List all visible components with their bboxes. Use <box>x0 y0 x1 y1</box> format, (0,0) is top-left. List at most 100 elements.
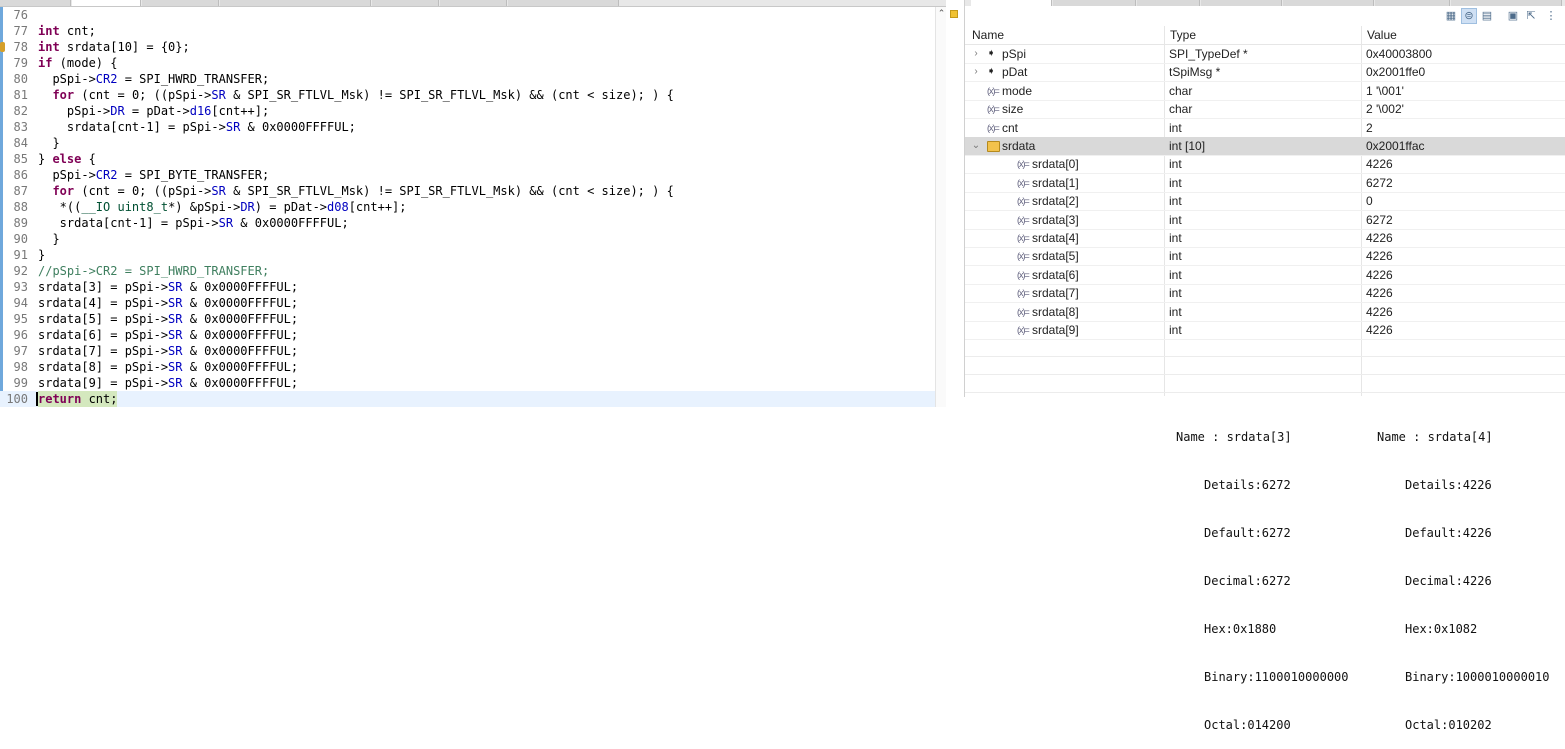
tab-modules[interactable] <box>1201 0 1282 6</box>
column-header-name[interactable]: Name <box>972 26 1004 44</box>
variable-type: int <box>1169 323 1182 337</box>
view-tab-strip <box>965 0 1565 6</box>
line-number: 81 <box>13 88 28 102</box>
line-number: 89 <box>13 216 28 230</box>
code-line[interactable]: 88 *((__IO uint8_t*) &pSpi->DR) = pDat->… <box>0 199 935 215</box>
tab-peripherals[interactable] <box>1451 0 1562 6</box>
code-line[interactable]: 78 int srdata[10] = {0}; <box>0 39 935 55</box>
chevron-right-icon[interactable]: › <box>971 63 981 81</box>
code-line[interactable]: 89 srdata[cnt-1] = pSpi->SR & 0x0000FFFF… <box>0 215 935 231</box>
variable-value[interactable]: 6272 <box>1366 211 1393 229</box>
code-line[interactable]: 83 srdata[cnt-1] = pSpi->SR & 0x0000FFFF… <box>0 119 935 135</box>
variable-name: cnt <box>1002 120 1019 135</box>
variable-row[interactable]: (x)= srdata[1] int 6272 <box>965 174 1565 193</box>
variable-value[interactable]: 1 '\001' <box>1366 82 1404 100</box>
tab-disassembly[interactable] <box>1283 0 1374 6</box>
variable-row[interactable]: (x)= cnt int 2 <box>965 119 1565 138</box>
variable-value[interactable]: 6272 <box>1366 174 1393 192</box>
variable-row[interactable]: (x)= srdata[5] int 4226 <box>965 247 1565 267</box>
code-line[interactable]: 85} else { <box>0 151 935 167</box>
pin-icon[interactable]: ⇱ <box>1523 8 1539 24</box>
code-line[interactable]: 98 srdata[8] = pSpi->SR & 0x0000FFFFUL; <box>0 359 935 375</box>
code-line[interactable]: 91} <box>0 247 935 263</box>
code-line[interactable]: 87 for (cnt = 0; ((pSpi->SR & SPI_SR_FTL… <box>0 183 935 199</box>
tab-registers[interactable] <box>1137 0 1200 6</box>
variable-type: int [10] <box>1169 139 1206 153</box>
editor-tab[interactable] <box>440 0 507 6</box>
variable-row[interactable]: (x)= srdata[8] int 4226 <box>965 303 1565 322</box>
code-line[interactable]: 80 pSpi->CR2 = SPI_HWRD_TRANSFER; <box>0 71 935 87</box>
variable-value[interactable]: 0x2001ffac <box>1366 137 1425 155</box>
code-line[interactable]: 86 pSpi->CR2 = SPI_BYTE_TRANSFER; <box>0 167 935 183</box>
code-line[interactable]: 79 if (mode) { <box>0 55 935 71</box>
variable-value[interactable]: 4226 <box>1366 321 1393 339</box>
chevron-right-icon[interactable]: › <box>971 45 981 63</box>
code-line[interactable]: 93 srdata[3] = pSpi->SR & 0x0000FFFFUL; <box>0 279 935 295</box>
tab-variables[interactable] <box>971 0 1052 6</box>
code-text: for (cnt = 0; ((pSpi->SR & SPI_SR_FTLVL_… <box>52 184 674 198</box>
line-number: 99 <box>13 376 28 390</box>
variable-value[interactable]: 4226 <box>1366 284 1393 302</box>
code-line[interactable]: 84 } <box>0 135 935 151</box>
code-line[interactable]: 99 srdata[9] = pSpi->SR & 0x0000FFFFUL; <box>0 375 935 391</box>
editor-tab[interactable] <box>372 0 439 6</box>
layout-icon[interactable]: ▤ <box>1479 8 1495 24</box>
variable-row[interactable]: (x)= mode char 1 '\001' <box>965 82 1565 101</box>
variable-value[interactable]: 4226 <box>1366 247 1393 265</box>
variable-value[interactable]: 0 <box>1366 192 1373 210</box>
variable-row[interactable]: (x)= srdata[2] int 0 <box>965 192 1565 212</box>
variable-value[interactable]: 4226 <box>1366 155 1393 173</box>
code-line[interactable]: 90 } <box>0 231 935 247</box>
variable-row[interactable]: (x)= srdata[3] int 6272 <box>965 211 1565 230</box>
variable-value[interactable]: 4226 <box>1366 266 1393 284</box>
variable-row[interactable]: (x)= srdata[6] int 4226 <box>965 266 1565 285</box>
editor-tab[interactable] <box>0 0 71 6</box>
variable-row[interactable]: ⌄ srdata int [10] 0x2001ffac <box>965 137 1565 156</box>
chevron-up-icon[interactable]: ⌃ <box>936 8 946 19</box>
chevron-down-icon[interactable]: ⌄ <box>971 137 981 155</box>
detail-pane-srdata-3: Name : srdata[3] Details:6272 Default:62… <box>1176 397 1349 749</box>
variable-row[interactable]: (x)= size char 2 '\002' <box>965 100 1565 120</box>
show-type-names-icon[interactable]: ⊜ <box>1461 8 1477 24</box>
code-line[interactable]: 92 //pSpi->CR2 = SPI_HWRD_TRANSFER; <box>0 263 935 279</box>
variable-value[interactable]: 4226 <box>1366 229 1393 247</box>
tab-breakpoints[interactable] <box>1053 0 1136 6</box>
code-line[interactable]: 96 srdata[6] = pSpi->SR & 0x0000FFFFUL; <box>0 327 935 343</box>
new-view-icon[interactable]: ▣ <box>1505 8 1521 24</box>
code-line[interactable]: 94 srdata[4] = pSpi->SR & 0x0000FFFFUL; <box>0 295 935 311</box>
code-line[interactable]: 95 srdata[5] = pSpi->SR & 0x0000FFFFUL; <box>0 311 935 327</box>
line-number: 93 <box>13 280 28 294</box>
code-editor[interactable]: 76 77 int cnt; 78 int srdata[10] = {0}; 79 if … <box>0 0 946 407</box>
code-line[interactable]: 82 pSpi->DR = pDat->d16[cnt++]; <box>0 103 935 119</box>
view-menu-icon[interactable]: ⋮ <box>1543 8 1559 24</box>
detail-hex: Hex:0x1880 <box>1204 622 1277 636</box>
overview-warning-icon[interactable] <box>950 10 958 18</box>
code-line-current[interactable]: 100 return cnt; <box>0 391 935 407</box>
code-line[interactable]: 97 srdata[7] = pSpi->SR & 0x0000FFFFUL; <box>0 343 935 359</box>
variable-row[interactable]: › ➧ pDat tSpiMsg * 0x2001ffe0 <box>965 63 1565 83</box>
variable-value[interactable]: 2 <box>1366 119 1373 137</box>
variable-value[interactable]: 0x40003800 <box>1366 45 1432 63</box>
column-header-value[interactable]: Value <box>1367 26 1397 44</box>
editor-overview-ruler[interactable]: ⌃ <box>935 7 946 407</box>
tab-expressions[interactable] <box>1375 0 1450 6</box>
variable-value[interactable]: 0x2001ffe0 <box>1366 63 1425 81</box>
code-line[interactable]: 76 <box>0 7 935 23</box>
editor-tab[interactable] <box>142 0 219 6</box>
code-line[interactable]: 81 for (cnt = 0; ((pSpi->SR & SPI_SR_FTL… <box>0 87 935 103</box>
variable-row[interactable]: (x)= srdata[4] int 4226 <box>965 229 1565 248</box>
code-line[interactable]: 77 int cnt; <box>0 23 935 39</box>
variable-value[interactable]: 4226 <box>1366 303 1393 321</box>
column-header-type[interactable]: Type <box>1170 26 1196 44</box>
line-number: 94 <box>13 296 28 310</box>
variable-name: srdata <box>1002 139 1036 153</box>
editor-tab[interactable] <box>508 0 619 6</box>
variable-type: int <box>1169 249 1182 264</box>
variable-row[interactable]: (x)= srdata[0] int 4226 <box>965 155 1565 175</box>
editor-tab[interactable] <box>220 0 371 6</box>
variable-value[interactable]: 2 '\002' <box>1366 100 1404 118</box>
variable-row[interactable]: (x)= srdata[7] int 4226 <box>965 284 1565 304</box>
variable-row[interactable]: › ➧ pSpi SPI_TypeDef * 0x40003800 <box>965 45 1565 64</box>
collapse-all-icon[interactable]: ▦ <box>1443 8 1459 24</box>
editor-tab-active[interactable] <box>72 0 141 6</box>
